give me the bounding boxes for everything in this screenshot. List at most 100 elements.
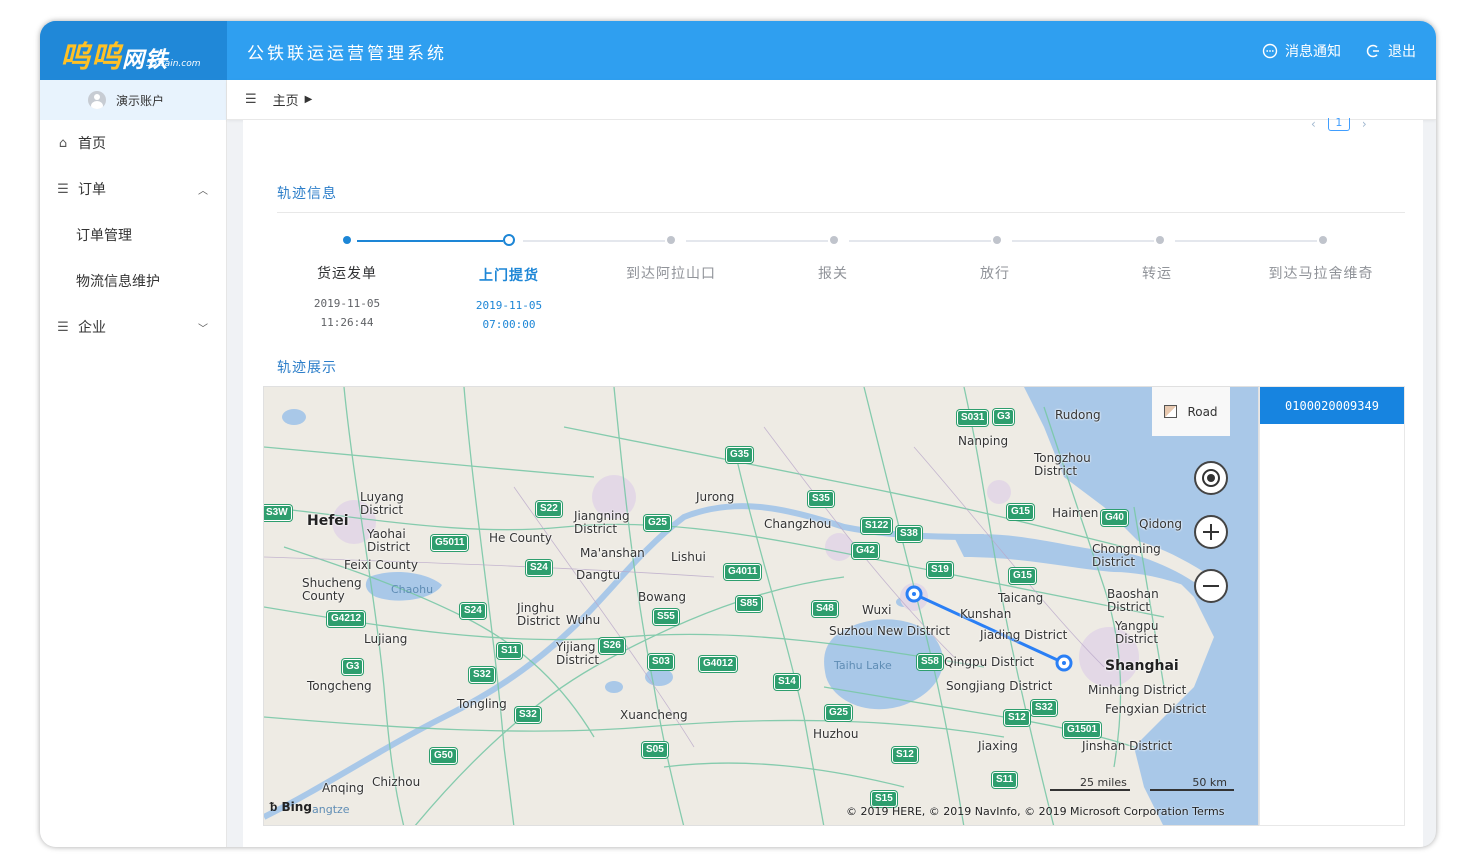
sidebar-item-label: 订单管理 xyxy=(76,228,132,244)
map-label: Yaohai District xyxy=(367,527,411,554)
map-label: Haimen xyxy=(1052,506,1099,520)
sidebar-item-order-management[interactable]: 订单管理 xyxy=(40,212,226,258)
highway-shield: S48 xyxy=(812,601,838,617)
highway-shield: S14 xyxy=(774,674,800,690)
breadcrumb-home-label: 主页 xyxy=(272,94,299,109)
sidebar-item-orders[interactable]: ☰ 订单 ︿ xyxy=(40,166,226,212)
step-dot xyxy=(343,236,351,244)
map-label: Lishui xyxy=(671,550,706,564)
breadcrumb-home[interactable]: 主页 ▶ xyxy=(273,90,313,109)
map-copyright[interactable]: © 2019 HERE, © 2019 NavInfo, © 2019 Micr… xyxy=(846,805,1225,818)
highway-shield: S55 xyxy=(653,609,679,625)
map-label: Jiaxing xyxy=(978,739,1018,753)
sidebar-item-enterprise[interactable]: ☰ 企业 ﹀ xyxy=(40,304,226,350)
step-connector xyxy=(686,240,828,242)
map-label: Taicang xyxy=(998,591,1044,605)
step-dot xyxy=(667,236,675,244)
vehicle-item[interactable]: 0100020009349 xyxy=(1260,387,1404,424)
map-label: Baoshan District xyxy=(1107,587,1159,614)
locate-button[interactable] xyxy=(1194,461,1228,495)
map-label: Wuxi xyxy=(862,603,892,617)
map-label: Nanping xyxy=(958,434,1009,448)
step-dot xyxy=(1156,236,1164,244)
highway-shield: S32 xyxy=(469,667,495,683)
scale-miles: 25 miles xyxy=(1080,776,1127,789)
map-label: Songjiang District xyxy=(946,679,1053,693)
bing-icon: ᵬ xyxy=(270,800,278,814)
highway-shield: G25 xyxy=(644,515,671,531)
map-label: Suzhou New District xyxy=(829,624,950,638)
map[interactable]: Hefei Luyang District Yaohai District Feix… xyxy=(263,386,1259,826)
highway-shield: S031 xyxy=(957,410,989,426)
track-steps: 货运发单 上门提货 到达阿拉山口 报关 放行 转运 到达马拉舍维奇 2019-1… xyxy=(267,230,1427,331)
map-style-toggle[interactable]: Road xyxy=(1152,387,1230,436)
step-date: 2019-11-05 xyxy=(313,297,381,310)
page-number[interactable]: 1 xyxy=(1327,117,1350,131)
map-label: Hefei xyxy=(307,513,349,529)
map-style-label: Road xyxy=(1187,404,1218,419)
map-label: Ma'anshan xyxy=(580,546,645,560)
logo-text: 呜呜 xyxy=(60,40,122,75)
highway-shield: G42 xyxy=(852,543,879,559)
map-label: Rudong xyxy=(1055,408,1101,422)
map-label: Jiading District xyxy=(980,628,1068,642)
pagination: ‹ 1 › xyxy=(1311,117,1367,132)
logout-icon xyxy=(1366,44,1379,58)
notification-button[interactable]: 消息通知 xyxy=(1262,41,1341,61)
plus-icon xyxy=(1203,524,1219,540)
step-label: 报关 xyxy=(818,266,848,282)
logout-button[interactable]: 退出 xyxy=(1365,41,1416,61)
map-label: Fengxian District xyxy=(1105,702,1207,716)
bing-logo: ᵬ Bing xyxy=(270,800,312,814)
sidebar: 演示账户 ⌂ 首页 ☰ 订单 ︿ 订单管理 物流信息维护 ☰ 企业 ﹀ xyxy=(40,80,227,847)
map-label: Changzhou xyxy=(764,517,832,531)
map-label: angtze xyxy=(312,803,350,816)
zoom-in-button[interactable] xyxy=(1194,515,1228,549)
map-label: Yijiang District xyxy=(556,640,600,667)
highway-shield: S38 xyxy=(896,526,922,542)
highway-shield: S32 xyxy=(515,707,541,723)
chevron-up-icon: ︿ xyxy=(198,185,208,197)
map-label: Kunshan xyxy=(960,607,1012,621)
sidebar-item-label: 企业 xyxy=(78,320,106,336)
account-info[interactable]: 演示账户 xyxy=(40,80,226,120)
map-label: Jinshan District xyxy=(1082,739,1173,753)
highway-shield: G15 xyxy=(1007,504,1034,520)
highway-shield: G15 xyxy=(1009,568,1036,584)
next-page-icon[interactable]: › xyxy=(1362,117,1367,131)
logo: 呜呜网铁 55train.com xyxy=(40,21,227,80)
step-label: 货运发单 xyxy=(317,266,377,282)
step-connector xyxy=(357,240,503,242)
system-title: 公铁联运运营管理系统 xyxy=(247,44,447,64)
sidebar-item-label: 物流信息维护 xyxy=(76,274,160,290)
highway-shield: S122 xyxy=(861,518,893,534)
sidebar-item-logistics-info[interactable]: 物流信息维护 xyxy=(40,258,226,304)
map-label: Qingpu District xyxy=(944,655,1035,669)
map-label: Xuancheng xyxy=(620,708,688,722)
list-icon: ☰ xyxy=(57,319,69,335)
track-map-title: 轨迹展示 xyxy=(277,360,337,376)
map-label: Jinghu District xyxy=(517,601,561,628)
map-label: Taihu Lake xyxy=(834,659,892,672)
highway-shield: G3 xyxy=(342,659,364,675)
highway-shield: G1501 xyxy=(1063,722,1102,738)
zoom-out-button[interactable] xyxy=(1194,569,1228,603)
map-label: Minhang District xyxy=(1088,683,1187,697)
locate-icon xyxy=(1202,469,1220,487)
map-label: Shanghai xyxy=(1105,658,1179,674)
highway-shield: S35 xyxy=(808,491,834,507)
highway-shield: S12 xyxy=(1004,710,1030,726)
highway-shield: G4012 xyxy=(699,656,738,672)
step-label: 到达马拉舍维奇 xyxy=(1268,266,1374,282)
top-bar: 呜呜网铁 55train.com 公铁联运运营管理系统 消息通知 退出 xyxy=(40,21,1436,80)
highway-shield: G4011 xyxy=(724,564,762,580)
sidebar-item-home[interactable]: ⌂ 首页 xyxy=(40,120,226,166)
menu-toggle-icon[interactable]: ☰ xyxy=(245,92,257,107)
main-panel: ‹ 1 › 轨迹信息 货运发单 上门提货 到达阿拉山口 报关 放行 转运 到达马… xyxy=(243,117,1423,847)
map-label: Qidong xyxy=(1139,517,1182,531)
prev-page-icon[interactable]: ‹ xyxy=(1311,117,1316,131)
highway-shield: S26 xyxy=(599,638,625,654)
step-time: 11:26:44 xyxy=(320,316,374,329)
map-label: He County xyxy=(489,531,552,545)
vehicle-list: 0100020009349 xyxy=(1259,386,1405,826)
